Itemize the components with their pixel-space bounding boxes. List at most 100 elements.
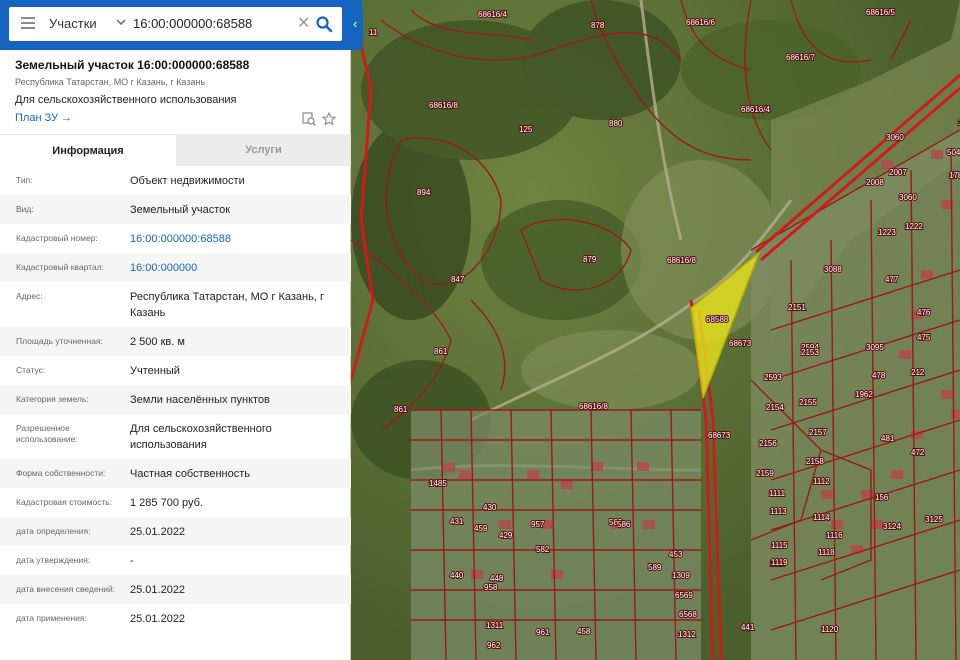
parcel-label: 477 bbox=[885, 275, 899, 284]
parcel-label: 2153 bbox=[801, 348, 819, 357]
parcel-label: 3060 bbox=[886, 133, 904, 142]
attribute-value: Частная собственность bbox=[130, 468, 251, 480]
parcel-label: 880 bbox=[609, 119, 623, 128]
parcel-label: 2159 bbox=[756, 469, 774, 478]
attribute-key: дата определения: bbox=[16, 526, 91, 536]
parcel-label: 68616/6 bbox=[686, 18, 715, 27]
attribute-value: Для сельскохозяйственного использования bbox=[130, 423, 272, 451]
zoom-to-parcel-icon[interactable] bbox=[302, 112, 316, 126]
attribute-value: - bbox=[130, 555, 134, 567]
parcel-label: 472 bbox=[911, 448, 925, 457]
parcel-label: 68673 bbox=[729, 339, 752, 348]
attribute-row: Кадастровый номер: 16:00:000000:68588 bbox=[0, 224, 351, 253]
attribute-value: Республика Татарстан, МО г Казань, г Каз… bbox=[130, 291, 324, 319]
attribute-value: 25.01.2022 bbox=[130, 584, 186, 596]
attribute-value: 25.01.2022 bbox=[130, 613, 186, 625]
cadastral-map[interactable]: 11 68616/4 878 68616/6 68616/5 68616/7 68616/4… bbox=[351, 0, 960, 660]
chevron-down-icon[interactable] bbox=[115, 16, 127, 28]
parcel-label: 1115 bbox=[771, 541, 788, 550]
parcel-label: 504 bbox=[947, 148, 960, 157]
plan-link[interactable]: План ЗУ → bbox=[15, 112, 72, 124]
parcel-label: 458 bbox=[577, 627, 591, 636]
parcel-label: 68616/4 bbox=[478, 10, 507, 19]
parcel-label: 3088 bbox=[824, 265, 842, 274]
parcel-label: 3125 bbox=[925, 515, 943, 524]
attribute-value: Объект недвижимости bbox=[130, 175, 245, 187]
star-icon[interactable] bbox=[322, 112, 336, 126]
attribute-key: Разрешенное использование: bbox=[16, 423, 78, 444]
parcel-label: 478 bbox=[872, 371, 886, 380]
clear-icon[interactable]: ✕ bbox=[297, 16, 310, 32]
search-input[interactable]: 16:00:000000:68588 bbox=[133, 7, 252, 41]
tab-information[interactable]: Информация bbox=[0, 134, 176, 166]
parcel-label: 1120 bbox=[821, 625, 839, 634]
attribute-key: Адрес: bbox=[16, 291, 43, 301]
parcel-label: 1222 bbox=[905, 222, 923, 231]
parcel-label: 2008 bbox=[866, 178, 884, 187]
parcel-label: 878 bbox=[591, 21, 605, 30]
parcel-label: 476 bbox=[917, 308, 931, 317]
attribute-key: Кадастровый квартал: bbox=[16, 262, 104, 272]
parcel-label: 1113 bbox=[770, 507, 787, 516]
parcel-address: Республика Татарстан, МО г Казань, г Каз… bbox=[15, 77, 206, 87]
parcel-label: 1112 bbox=[813, 477, 830, 486]
parcel-label: 1116 bbox=[826, 531, 843, 540]
parcel-label: 1962 bbox=[855, 390, 873, 399]
attribute-row: Тип: Объект недвижимости bbox=[0, 166, 351, 195]
parcel-label: 1111 bbox=[769, 489, 786, 498]
parcel-label: 879 bbox=[583, 255, 597, 264]
parcel-label: 68616/4 bbox=[741, 105, 770, 114]
attribute-key: Категория земель: bbox=[16, 394, 89, 404]
collapse-panel-button[interactable]: ‹ bbox=[351, 8, 363, 42]
tab-services[interactable]: Услуги bbox=[176, 134, 351, 166]
parcel-label: 1223 bbox=[878, 228, 896, 237]
attribute-key: Вид: bbox=[16, 204, 34, 214]
parcel-label: 212 bbox=[911, 368, 925, 377]
parcel-label: 429 bbox=[499, 531, 513, 540]
parcel-label: 68616/8 bbox=[429, 101, 458, 110]
attribute-row: дата внесения сведений: 25.01.2022 bbox=[0, 575, 351, 604]
attribute-key: Статус: bbox=[16, 365, 46, 375]
parcel-label: 441 bbox=[741, 623, 755, 632]
attribute-row: Адрес: Республика Татарстан, МО г Казань,… bbox=[0, 282, 351, 327]
parcel-label: 1118 bbox=[818, 548, 835, 557]
attribute-row: Категория земель: Земли населённых пункто… bbox=[0, 385, 351, 414]
tab-bar: Информация Услуги bbox=[0, 134, 351, 166]
attribute-key: Форма собственности: bbox=[16, 468, 106, 478]
parcel-label: 68616/8 bbox=[667, 256, 696, 265]
parcel-label: 1309 bbox=[672, 571, 690, 580]
parcel-label: 68616/8 bbox=[579, 402, 608, 411]
parcel-label: 459 bbox=[474, 524, 488, 533]
attribute-value: 1 285 700 руб. bbox=[130, 497, 203, 509]
attribute-row: Кадастровый квартал: 16:00:000000 bbox=[0, 253, 351, 282]
attribute-key: дата применения: bbox=[16, 613, 87, 623]
attribute-value: Земельный участок bbox=[130, 204, 231, 216]
attribute-value[interactable]: 16:00:000000 bbox=[130, 260, 345, 276]
attribute-key: дата внесения сведений: bbox=[16, 584, 116, 594]
attribute-row: Площадь уточненная: 2 500 кв. м bbox=[0, 327, 351, 356]
parcel-label: 1312 bbox=[678, 630, 696, 639]
layer-select[interactable]: Участки bbox=[49, 7, 97, 41]
parcel-label: 481 bbox=[881, 434, 895, 443]
search-icon[interactable] bbox=[315, 15, 333, 33]
attribute-table: Тип: Объект недвижимости Вид: Земельный уча… bbox=[0, 166, 351, 633]
parcel-label: 861 bbox=[434, 347, 448, 356]
menu-icon[interactable] bbox=[21, 17, 35, 29]
parcel-label: 431 bbox=[450, 517, 464, 526]
parcel-label: 589 bbox=[648, 563, 662, 572]
attribute-value[interactable]: 16:00:000000:68588 bbox=[130, 231, 345, 247]
attribute-row: дата утверждения: - bbox=[0, 546, 351, 575]
parcel-label: 958 bbox=[484, 583, 498, 592]
parcel-label: 1485 bbox=[429, 479, 447, 488]
map-canvas[interactable]: 11 68616/4 878 68616/6 68616/5 68616/7 68616/4… bbox=[351, 0, 960, 660]
parcel-title: Земельный участок 16:00:000000:68588 bbox=[15, 58, 250, 72]
search-box: Участки 16:00:000000:68588 ✕ bbox=[9, 7, 342, 41]
parcel-label: 475 bbox=[917, 333, 931, 342]
attribute-row: Вид: Земельный участок bbox=[0, 195, 351, 224]
parcel-label: 11 bbox=[369, 28, 378, 37]
parcel-label: 2155 bbox=[799, 398, 817, 407]
attribute-row: Статус: Учтенный bbox=[0, 356, 351, 385]
parcel-label: 440 bbox=[450, 571, 464, 580]
parcel-label: 582 bbox=[536, 545, 550, 554]
parcel-label: 586 bbox=[617, 520, 631, 529]
